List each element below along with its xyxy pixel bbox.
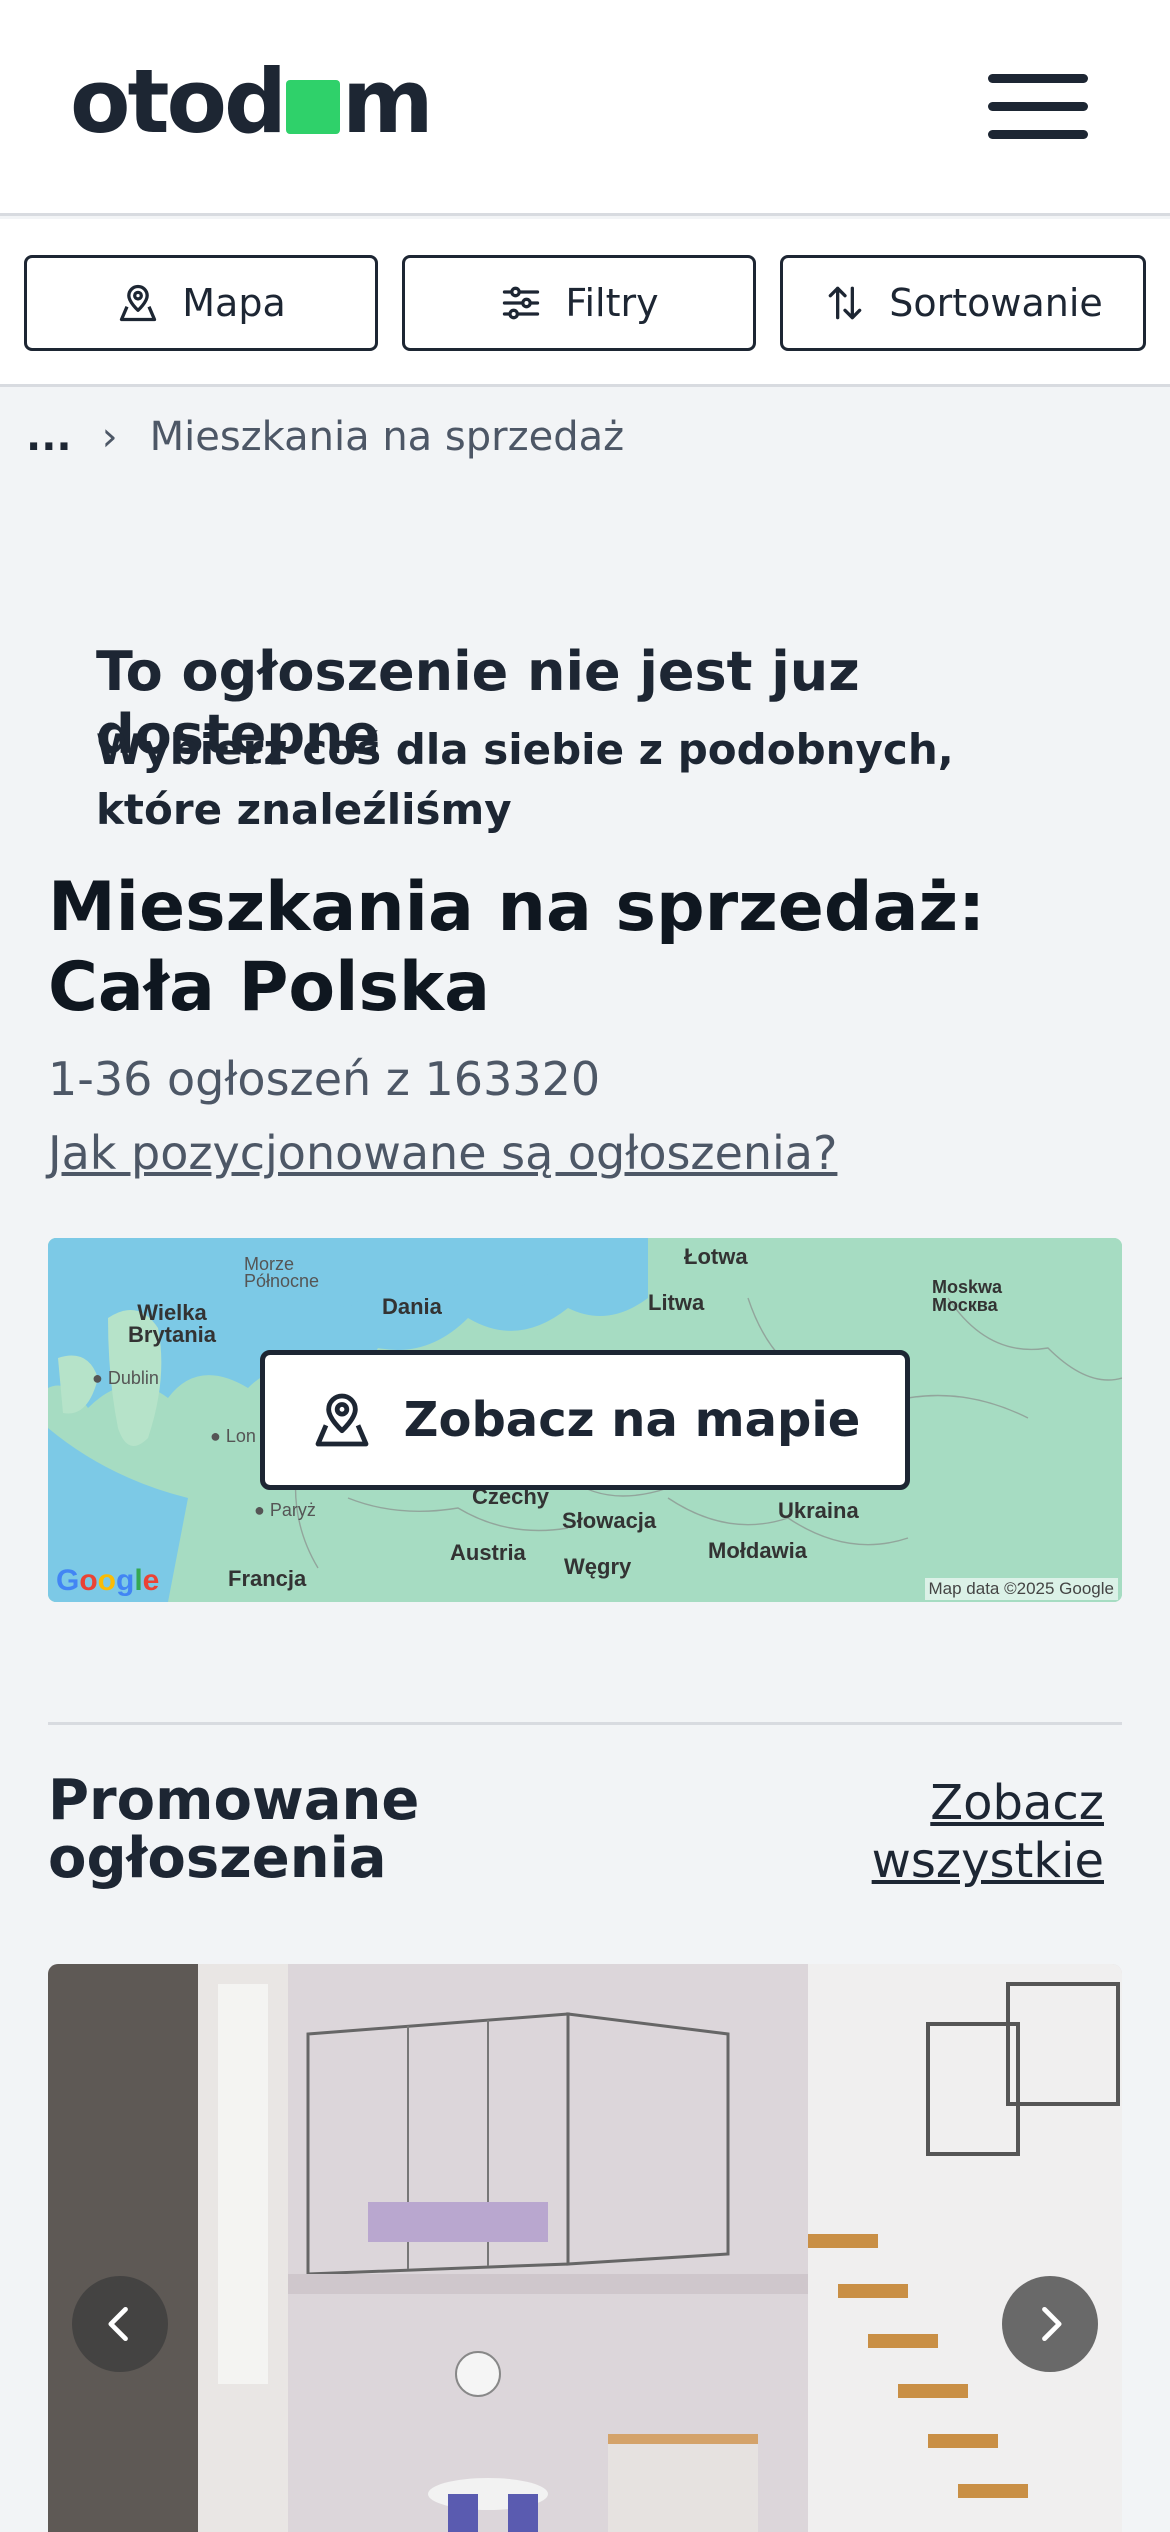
map-button[interactable]: Mapa [24, 255, 378, 351]
sliders-icon [503, 286, 540, 320]
see-on-map-button[interactable]: Zobacz na mapie [260, 1350, 910, 1490]
ranking-info-link[interactable]: Jak pozycjonowane są ogłoszenia? [48, 1126, 837, 1180]
logo-green-square [285, 80, 340, 134]
chevron-right-icon [1042, 2306, 1062, 2342]
page-title: Mieszkania na sprzedaż: Cała Polska [48, 868, 986, 1027]
map-label-austria: Austria [450, 1540, 526, 1565]
map-pin-icon [315, 1393, 369, 1447]
breadcrumb-current[interactable]: Mieszkania na sprzedaż [150, 414, 625, 460]
map-label-ukraine: Ukraina [778, 1498, 859, 1523]
sort-button-label: Sortowanie [889, 281, 1103, 325]
map-label-uk: Wielka Brytania [128, 1300, 217, 1347]
map-label-paris: ● Paryż [254, 1500, 316, 1520]
breadcrumb: ... › Mieszkania na sprzedaż [26, 414, 624, 460]
map-label-moldova: Mołdawia [708, 1538, 808, 1563]
filters-button[interactable]: Filtry [402, 255, 756, 351]
map-label-denmark: Dania [382, 1294, 442, 1319]
see-on-map-label: Zobacz na mapie [403, 1392, 861, 1448]
top-header: otod m [0, 0, 1170, 216]
sort-button[interactable]: Sortowanie [780, 255, 1146, 351]
sort-arrows-icon [828, 286, 862, 320]
listing-toolbar: Mapa Filtry Sortowanie [0, 219, 1170, 387]
map-attribution: Map data ©2025 Google [924, 1578, 1118, 1600]
logo-text-end: m [341, 49, 434, 153]
map-label-dublin: ● Dublin [92, 1368, 159, 1388]
map-pin-icon [120, 284, 157, 322]
map-label-north-sea: Morze Północne [244, 1254, 320, 1291]
map-label-moscow: Moskwa Москва [932, 1277, 1003, 1315]
apartment-interior-image [48, 1964, 1122, 2532]
carousel-prev-button[interactable] [72, 2276, 168, 2372]
filters-button-label: Filtry [565, 281, 659, 325]
section-divider [48, 1722, 1122, 1725]
map-label-latvia: Łotwa [684, 1244, 748, 1269]
map-label-france: Francja [228, 1566, 307, 1591]
map-label-slovakia: Słowacja [562, 1508, 657, 1533]
chevron-left-icon [108, 2306, 128, 2342]
logo-text-start: otod [70, 49, 287, 153]
otodom-logo[interactable]: otod m [70, 50, 434, 153]
see-all-link[interactable]: Zobacz wszystkie [844, 1774, 1104, 1890]
hamburger-menu-icon[interactable] [988, 74, 1088, 140]
map-label-london: ● Lon [210, 1426, 256, 1446]
map-preview[interactable]: Morze Północne Wielka Brytania ● Dublin … [48, 1238, 1122, 1602]
promoted-listing-photo[interactable] [48, 1964, 1122, 2532]
chevron-right-icon: › [101, 414, 118, 460]
map-button-label: Mapa [182, 281, 286, 325]
promoted-section-title: Promowane ogłoszenia [48, 1768, 420, 1891]
unavailable-notice-subtitle: Wybierz coś dla siebie z podobnych, któr… [96, 725, 954, 834]
google-logo: Google [56, 1564, 160, 1597]
map-label-lithuania: Litwa [648, 1290, 705, 1315]
map-label-hungary: Węgry [564, 1554, 632, 1579]
results-count: 1-36 ogłoszeń z 163320 [48, 1052, 601, 1106]
breadcrumb-ellipsis[interactable]: ... [26, 414, 72, 460]
carousel-next-button[interactable] [1002, 2276, 1098, 2372]
